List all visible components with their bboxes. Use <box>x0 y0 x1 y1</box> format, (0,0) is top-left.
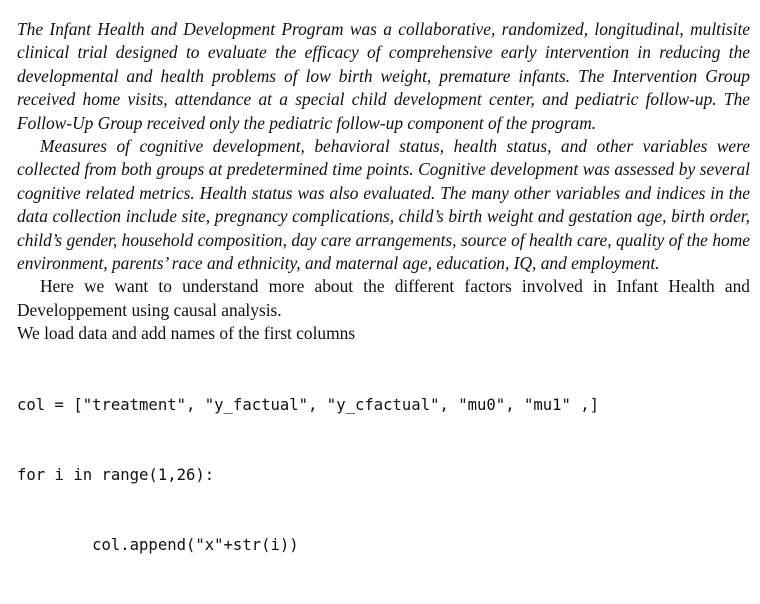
code-line: col = ["treatment", "y_factual", "y_cfac… <box>17 395 600 414</box>
code-block: col = ["treatment", "y_factual", "y_cfac… <box>17 347 750 604</box>
code-line: col.append("x"+str(i)) <box>17 535 299 554</box>
load-data-line: We load data and add names of the first … <box>17 323 356 344</box>
code-line: for i in range(1,26): <box>17 465 215 484</box>
paragraph-program-description: The Infant Health and Development Progra… <box>17 19 750 133</box>
paragraph-measures: Measures of cognitive development, behav… <box>17 136 750 274</box>
paragraph-goal: Here we want to understand more about th… <box>17 276 750 320</box>
document-body: The Infant Health and Development Progra… <box>17 18 750 604</box>
